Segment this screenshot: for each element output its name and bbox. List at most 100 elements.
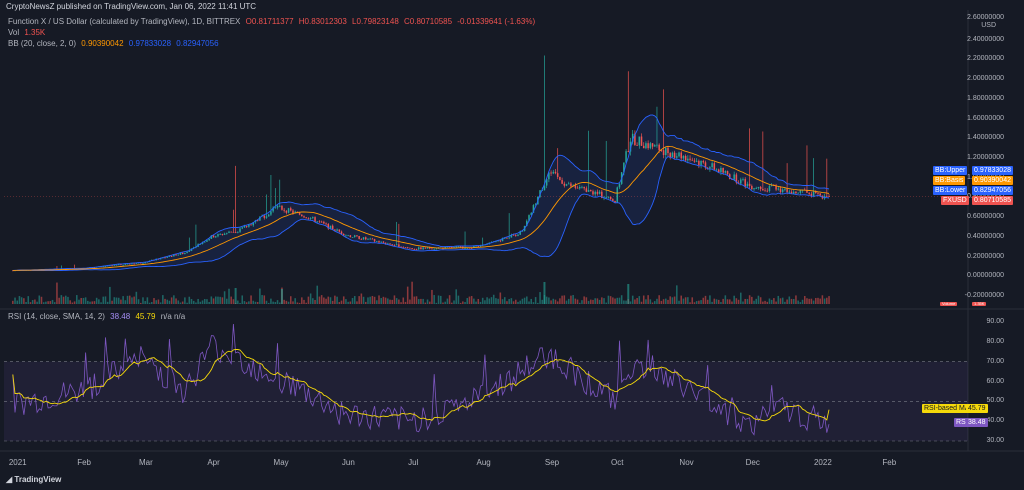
volume-bar (100, 302, 102, 304)
volume-bar (195, 302, 197, 304)
candle-body (131, 263, 133, 265)
candle-body (616, 187, 619, 203)
volume-bar (808, 298, 810, 304)
volume-bar (669, 296, 671, 304)
volume-bar (192, 300, 195, 304)
rsi-tick: 60.00 (986, 377, 1004, 385)
volume-bar (378, 295, 380, 304)
volume-bar (715, 299, 718, 304)
volume-bar (592, 299, 594, 304)
volume-bar (563, 295, 566, 304)
volume-bar (651, 302, 654, 304)
volume-bar (353, 296, 356, 304)
tradingview-logo[interactable]: ◢ TradingView (6, 475, 61, 484)
candle-body (552, 171, 555, 174)
volume-bar (420, 298, 422, 304)
candle-body (594, 191, 596, 195)
candle-body (667, 147, 669, 154)
volume-bar (406, 286, 409, 304)
candle-body (287, 208, 290, 213)
volume-bar (768, 298, 771, 304)
volume-bar (349, 301, 352, 304)
candle-body (230, 231, 232, 233)
candle-body (762, 188, 764, 191)
volume-bar (56, 282, 58, 304)
volume-bar (598, 299, 601, 304)
volume-bar (751, 296, 753, 304)
candle-body (424, 247, 427, 249)
volume-bar (76, 295, 78, 304)
volume-bar (142, 297, 144, 304)
volume-bar (16, 300, 19, 304)
volume-bar (157, 299, 160, 304)
volume-bar (440, 295, 442, 304)
volume-bar (84, 297, 87, 304)
volume-bar (64, 295, 67, 304)
candle-body (206, 240, 208, 242)
price-tick: 2.60000000 (967, 14, 1004, 21)
volume-bar (177, 300, 180, 304)
volume-bar (155, 300, 157, 304)
candle-body (336, 229, 338, 231)
candle-body (420, 247, 422, 250)
volume-bar (201, 300, 204, 304)
candle-body (508, 237, 510, 239)
volume-bar (159, 302, 162, 304)
volume-bar (437, 295, 440, 304)
candle-body (724, 171, 727, 173)
rsi-legend[interactable]: RSI (14, close, SMA, 14, 2) 38.48 45.79 … (8, 312, 188, 321)
candle-body (576, 187, 579, 189)
candle-body (177, 254, 180, 256)
candle-body (561, 180, 563, 184)
volume-bar (422, 298, 424, 304)
time-axis-label: Sep (544, 458, 560, 467)
candle-body (325, 223, 327, 225)
volume-bar (713, 298, 716, 304)
candle-body (517, 234, 519, 236)
volume-bar (570, 295, 572, 304)
candle-body (753, 188, 755, 190)
candle-body (318, 221, 321, 223)
volume-bar (539, 292, 541, 304)
volume-bar (678, 300, 680, 304)
volume-bar (594, 298, 596, 304)
volume-bar (267, 302, 270, 304)
candle-body (422, 247, 424, 250)
volume-bar (475, 301, 477, 304)
volume-bar (671, 297, 674, 304)
volume-bar (519, 300, 521, 304)
time-axis-label: 2021 (8, 458, 27, 467)
volume-bar (693, 302, 696, 304)
price-chart-svg[interactable] (0, 0, 1024, 490)
volume-bar (717, 299, 720, 304)
candle-body (786, 189, 788, 193)
volume-bar (428, 301, 431, 304)
candle-body (596, 191, 599, 194)
candle-body (241, 227, 244, 229)
volume-bar (737, 299, 740, 304)
time-axis-label: Jun (341, 458, 355, 467)
volume-bar (801, 299, 804, 304)
candle-body (638, 136, 641, 146)
candle-body (285, 210, 288, 213)
candle-body (757, 186, 760, 189)
candle-body (684, 155, 687, 161)
candle-body (234, 232, 237, 233)
volume-bar (488, 298, 491, 304)
candle-body (371, 238, 374, 240)
candle-body (402, 246, 405, 248)
volume-bar (93, 301, 96, 304)
volume-bar (241, 295, 244, 304)
candle-body (742, 179, 744, 180)
volume-bar (517, 301, 519, 304)
volume-bar (12, 300, 14, 304)
candle-body (382, 241, 385, 243)
candle-body (689, 158, 691, 160)
volume-bar (115, 297, 118, 304)
volume-bar (578, 302, 581, 304)
candle-body (228, 231, 230, 233)
volume-bar (411, 281, 413, 304)
volume-bar (113, 297, 116, 304)
volume-bar (62, 296, 65, 304)
volume-bar (287, 301, 290, 304)
